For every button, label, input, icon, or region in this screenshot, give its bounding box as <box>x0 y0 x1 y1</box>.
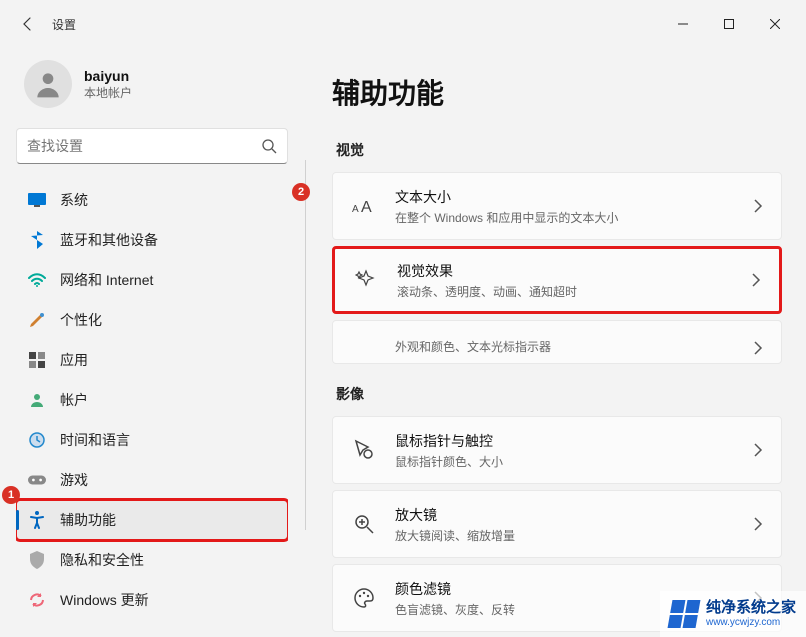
sidebar-item-label: 个性化 <box>60 310 102 330</box>
divider <box>305 160 306 530</box>
card-sub: 滚动条、透明度、动画、通知超时 <box>397 283 751 300</box>
card-sub: 放大镜阅读、缩放增量 <box>395 527 753 544</box>
page-title: 辅助功能 <box>332 72 782 112</box>
card-title: 放大镜 <box>395 505 753 525</box>
card-sub: 在整个 Windows 和应用中显示的文本大小 <box>395 209 753 226</box>
back-button[interactable] <box>8 4 48 44</box>
chevron-right-icon <box>753 443 763 457</box>
app-title: 设置 <box>52 16 76 33</box>
brush-icon <box>28 311 46 329</box>
svg-text:A: A <box>352 204 359 215</box>
user-block[interactable]: baiyun 本地帐户 <box>16 48 288 128</box>
cursor-icon <box>351 329 377 355</box>
sidebar-item-label: 蓝牙和其他设备 <box>60 230 158 250</box>
avatar <box>24 60 72 108</box>
card-title: 文本大小 <box>395 187 753 207</box>
annotation-badge-1: 1 <box>2 486 20 504</box>
user-sub: 本地帐户 <box>84 84 132 101</box>
card-sub: 外观和颜色、文本光标指示器 <box>395 338 753 355</box>
sidebar-item-label: Windows 更新 <box>60 590 149 610</box>
sidebar-item-label: 时间和语言 <box>60 430 130 450</box>
bluetooth-icon <box>28 231 46 249</box>
search-icon <box>261 138 277 154</box>
watermark-title: 纯净系统之家 <box>706 600 796 617</box>
update-icon <box>28 591 46 609</box>
accessibility-icon <box>28 511 46 529</box>
sidebar-item-system[interactable]: 系统 <box>16 180 288 220</box>
card-magnifier[interactable]: 放大镜 放大镜阅读、缩放增量 <box>332 490 782 558</box>
sidebar-item-label: 隐私和安全性 <box>60 550 144 570</box>
palette-icon <box>351 585 377 611</box>
sidebar-item-windows-update[interactable]: Windows 更新 <box>16 580 288 620</box>
watermark-logo-icon <box>668 600 701 628</box>
sidebar-item-personalization[interactable]: 个性化 <box>16 300 288 340</box>
gamepad-icon <box>28 471 46 489</box>
card-text-size[interactable]: AA 文本大小 在整个 Windows 和应用中显示的文本大小 <box>332 172 782 240</box>
card-mouse-pointer[interactable]: 鼠标指针与触控 鼠标指针颜色、大小 <box>332 416 782 484</box>
sidebar-item-label: 系统 <box>60 190 88 210</box>
account-icon <box>28 391 46 409</box>
chevron-right-icon <box>751 273 761 287</box>
clock-icon <box>28 431 46 449</box>
maximize-button[interactable] <box>706 8 752 40</box>
close-button[interactable] <box>752 8 798 40</box>
titlebar: 设置 <box>0 0 806 48</box>
watermark-url: www.ycwjzy.com <box>706 617 796 628</box>
sidebar-item-label: 辅助功能 <box>60 510 116 530</box>
card-sub: 鼠标指针颜色、大小 <box>395 453 753 470</box>
main-content: 辅助功能 视觉 AA 文本大小 在整个 Windows 和应用中显示的文本大小 … <box>304 48 806 637</box>
user-name: baiyun <box>84 68 132 84</box>
watermark: 纯净系统之家 www.ycwjzy.com <box>660 591 806 637</box>
shield-icon <box>28 551 46 569</box>
text-size-icon: AA <box>351 193 377 219</box>
sidebar-item-bluetooth[interactable]: 蓝牙和其他设备 <box>16 220 288 260</box>
sidebar-item-label: 帐户 <box>60 390 88 410</box>
nav-list: 系统 蓝牙和其他设备 网络和 Internet 个性化 应用 帐户 <box>16 180 288 637</box>
mouse-pointer-icon <box>351 437 377 463</box>
card-text-cursor[interactable]: 外观和颜色、文本光标指示器 <box>332 320 782 364</box>
sidebar-item-network[interactable]: 网络和 Internet <box>16 260 288 300</box>
section-title-visual: 视觉 <box>336 140 782 160</box>
sidebar-item-privacy[interactable]: 隐私和安全性 <box>16 540 288 580</box>
chevron-right-icon <box>753 199 763 213</box>
sidebar-item-accounts[interactable]: 帐户 <box>16 380 288 420</box>
sidebar-item-label: 游戏 <box>60 470 88 490</box>
sidebar-item-accessibility[interactable]: 辅助功能 <box>16 500 288 540</box>
svg-text:A: A <box>361 199 372 216</box>
sidebar-item-gaming[interactable]: 游戏 <box>16 460 288 500</box>
minimize-button[interactable] <box>660 8 706 40</box>
card-title: 鼠标指针与触控 <box>395 431 753 451</box>
window-controls <box>660 8 798 40</box>
card-visual-effects[interactable]: 视觉效果 滚动条、透明度、动画、通知超时 <box>332 246 782 314</box>
chevron-right-icon <box>753 517 763 531</box>
section-title-video: 影像 <box>336 384 782 404</box>
chevron-right-icon <box>753 341 763 355</box>
search-input[interactable] <box>27 138 261 154</box>
magnifier-icon <box>351 511 377 537</box>
system-icon <box>28 191 46 209</box>
sidebar: baiyun 本地帐户 系统 蓝牙和其他设备 网络和 Internet <box>0 48 304 637</box>
sparkle-icon <box>353 267 379 293</box>
sidebar-item-time-language[interactable]: 时间和语言 <box>16 420 288 460</box>
wifi-icon <box>28 271 46 289</box>
card-title: 视觉效果 <box>397 261 751 281</box>
sidebar-item-label: 应用 <box>60 350 88 370</box>
sidebar-item-label: 网络和 Internet <box>60 270 153 290</box>
annotation-badge-2: 2 <box>292 183 310 201</box>
apps-icon <box>28 351 46 369</box>
sidebar-item-apps[interactable]: 应用 <box>16 340 288 380</box>
search-box[interactable] <box>16 128 288 164</box>
